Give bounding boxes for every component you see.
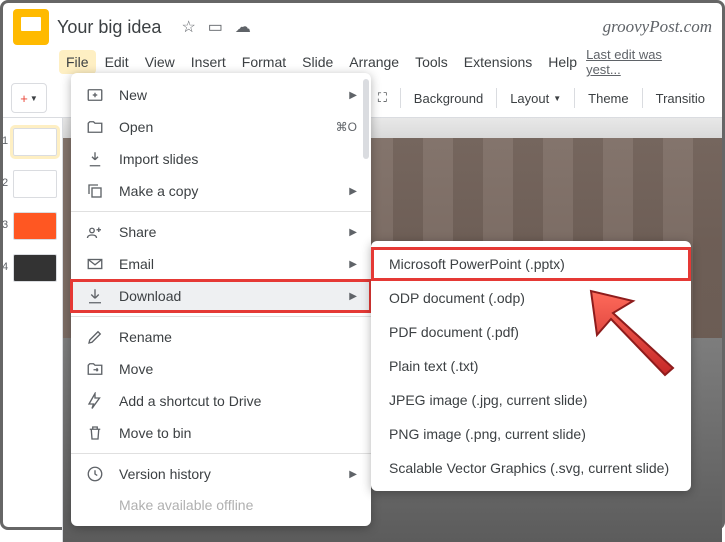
slide-panel: 1 2 3 4 <box>3 118 63 542</box>
separator <box>71 316 371 317</box>
plus-icon: + <box>20 91 28 106</box>
file-bin[interactable]: Move to bin <box>71 417 371 449</box>
download-png[interactable]: PNG image (.png, current slide) <box>371 417 691 451</box>
menu-tools[interactable]: Tools <box>408 50 455 74</box>
watermark: groovyPost.com <box>603 17 712 37</box>
submenu-arrow-icon: ▶ <box>349 186 357 197</box>
file-download[interactable]: Download ▶ <box>71 280 371 312</box>
add-slide-icon <box>85 86 105 104</box>
download-txt[interactable]: Plain text (.txt) <box>371 349 691 383</box>
import-icon <box>85 150 105 168</box>
fit-icon[interactable]: ⛶ <box>369 85 396 111</box>
copy-icon <box>85 182 105 200</box>
download-odp[interactable]: ODP document (.odp) <box>371 281 691 315</box>
cloud-icon[interactable]: ☁ <box>235 17 251 37</box>
download-submenu: Microsoft PowerPoint (.pptx) ODP documen… <box>371 241 691 491</box>
submenu-arrow-icon: ▶ <box>349 259 357 270</box>
dropdown-caret-icon: ▼ <box>30 94 38 103</box>
scrollbar[interactable] <box>363 79 369 159</box>
menu-arrange[interactable]: Arrange <box>342 50 406 74</box>
separator <box>71 453 371 454</box>
menu-file[interactable]: File <box>59 50 96 74</box>
submenu-arrow-icon: ▶ <box>349 227 357 238</box>
divider <box>400 88 401 108</box>
title-actions: ☆ ▭ ☁ <box>181 17 250 37</box>
download-jpeg[interactable]: JPEG image (.jpg, current slide) <box>371 383 691 417</box>
slide-thumb[interactable]: 3 <box>13 212 57 240</box>
file-new[interactable]: New ▶ <box>71 79 371 111</box>
file-shortcut[interactable]: Add a shortcut to Drive <box>71 385 371 417</box>
file-rename[interactable]: Rename <box>71 321 371 353</box>
chevron-down-icon: ▼ <box>553 94 561 103</box>
menu-view[interactable]: View <box>138 50 182 74</box>
file-import[interactable]: Import slides <box>71 143 371 175</box>
submenu-arrow-icon: ▶ <box>349 469 357 480</box>
file-open[interactable]: Open ⌘O <box>71 111 371 143</box>
submenu-arrow-icon: ▶ <box>349 90 357 101</box>
menu-extensions[interactable]: Extensions <box>457 50 539 74</box>
app-header: Your big idea ☆ ▭ ☁ groovyPost.com <box>3 3 722 45</box>
download-icon <box>85 287 105 305</box>
star-icon[interactable]: ☆ <box>181 17 195 37</box>
menu-format[interactable]: Format <box>235 50 293 74</box>
email-icon <box>85 255 105 273</box>
slide-thumb[interactable]: 1 <box>13 128 57 156</box>
download-svg[interactable]: Scalable Vector Graphics (.svg, current … <box>371 451 691 485</box>
menu-help[interactable]: Help <box>541 50 584 74</box>
transition-button[interactable]: Transitio <box>647 86 714 111</box>
layout-button[interactable]: Layout ▼ <box>501 86 570 111</box>
divider <box>574 88 575 108</box>
menu-insert[interactable]: Insert <box>184 50 233 74</box>
share-icon <box>85 223 105 241</box>
folder-icon <box>85 118 105 136</box>
background-button[interactable]: Background <box>405 86 492 111</box>
file-share[interactable]: Share ▶ <box>71 216 371 248</box>
file-copy[interactable]: Make a copy ▶ <box>71 175 371 207</box>
rename-icon <box>85 328 105 346</box>
drive-shortcut-icon <box>85 392 105 410</box>
file-email[interactable]: Email ▶ <box>71 248 371 280</box>
divider <box>642 88 643 108</box>
download-pdf[interactable]: PDF document (.pdf) <box>371 315 691 349</box>
history-icon <box>85 465 105 483</box>
slide-thumb[interactable]: 4 <box>13 254 57 282</box>
move-folder-icon[interactable]: ▭ <box>208 17 223 37</box>
doc-title[interactable]: Your big idea <box>57 17 161 38</box>
menu-edit[interactable]: Edit <box>98 50 136 74</box>
submenu-arrow-icon: ▶ <box>349 291 357 302</box>
file-version[interactable]: Version history ▶ <box>71 458 371 490</box>
last-edit-link[interactable]: Last edit was yest... <box>586 47 666 77</box>
trash-icon <box>85 424 105 442</box>
separator <box>71 211 371 212</box>
file-move[interactable]: Move <box>71 353 371 385</box>
slides-logo-icon <box>13 9 49 45</box>
move-icon <box>85 360 105 378</box>
menu-slide[interactable]: Slide <box>295 50 340 74</box>
theme-button[interactable]: Theme <box>579 86 637 111</box>
download-pptx[interactable]: Microsoft PowerPoint (.pptx) <box>371 247 691 281</box>
file-menu-dropdown: New ▶ Open ⌘O Import slides Make a copy … <box>71 73 371 526</box>
file-offline: Make available offline <box>71 490 371 520</box>
slide-thumb[interactable]: 2 <box>13 170 57 198</box>
new-slide-button[interactable]: + ▼ <box>11 83 47 113</box>
divider <box>496 88 497 108</box>
